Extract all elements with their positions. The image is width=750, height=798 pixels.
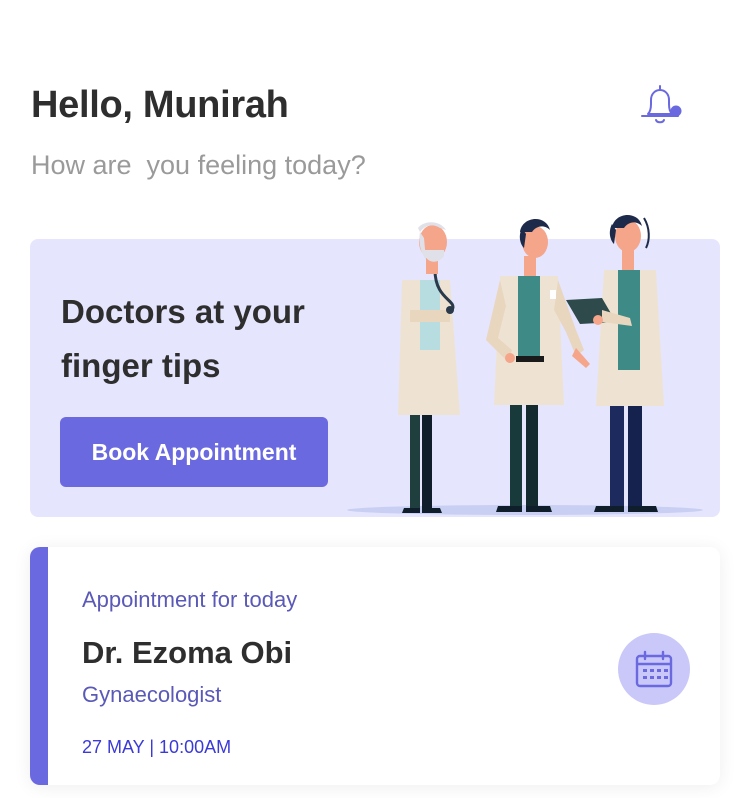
calendar-icon — [635, 650, 673, 688]
doctor-middle-figure — [486, 218, 590, 512]
doctor-right-figure — [566, 214, 664, 512]
doctors-illustration — [347, 214, 703, 515]
greeting-title: Hello, Munirah — [31, 84, 289, 126]
calendar-button[interactable] — [618, 633, 690, 705]
appointment-datetime: 27 MAY | 10:00AM — [82, 737, 232, 757]
appointment-accent-bar — [30, 547, 48, 785]
appointment-label: Appointment for today — [82, 587, 298, 612]
doctor-name: Dr. Ezoma Obi — [82, 635, 293, 670]
notification-dot — [670, 105, 682, 117]
book-appointment-button[interactable]: Book Appointment — [60, 417, 328, 487]
promo-title: Doctors at your finger tips — [61, 293, 305, 384]
appointment-card[interactable]: Appointment for today Dr. Ezoma Obi Gyna… — [30, 547, 720, 785]
notification-bell-button[interactable] — [636, 80, 686, 130]
bell-icon — [641, 85, 682, 124]
greeting-subtitle: How are you feeling today? — [31, 150, 366, 180]
doctor-left-figure — [398, 222, 460, 513]
doctor-specialty: Gynaecologist — [82, 682, 222, 707]
